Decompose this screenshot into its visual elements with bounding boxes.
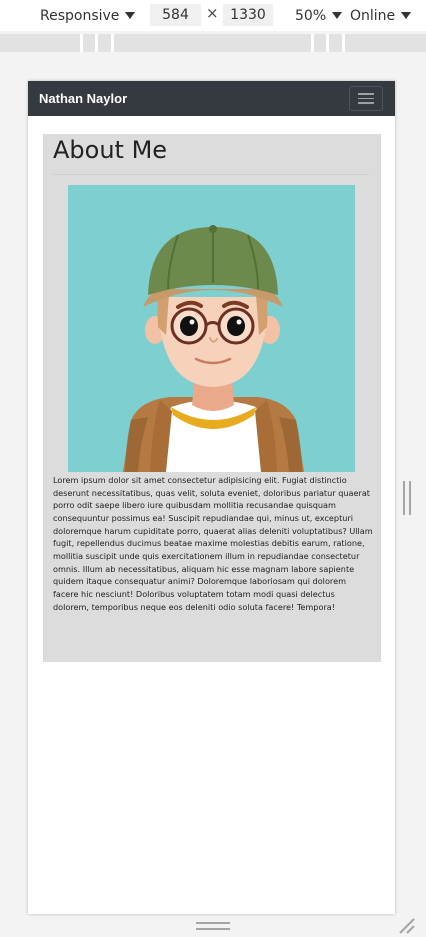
device-select-label: Responsive	[40, 7, 120, 24]
zoom-select[interactable]: 50%	[295, 0, 343, 31]
caret-down-icon	[125, 12, 136, 19]
about-card: About Me Lorem ipsum dolor sit amet cons…	[43, 134, 381, 662]
width-input[interactable]: 584	[150, 4, 201, 26]
resize-corner-icon[interactable]	[398, 917, 416, 935]
title-divider	[53, 174, 369, 175]
navbar: Nathan Naylor	[28, 81, 395, 116]
media-query-marker[interactable]	[80, 34, 83, 52]
media-query-marker[interactable]	[342, 34, 345, 52]
zoom-select-label: 50%	[295, 7, 327, 24]
device-select[interactable]: Responsive	[40, 0, 136, 31]
bio-paragraph: Lorem ipsum dolor sit amet consectetur a…	[53, 475, 373, 612]
media-query-marker[interactable]	[326, 34, 329, 52]
dimension-separator: ×	[206, 4, 219, 22]
profile-avatar	[68, 185, 355, 472]
media-query-marker[interactable]	[111, 34, 114, 52]
cartoon-boy-with-cap-avatar	[123, 225, 304, 472]
network-select-label: Online	[350, 7, 396, 24]
resize-handle-icon[interactable]	[403, 481, 411, 515]
caret-down-icon	[332, 12, 343, 19]
hamburger-menu-icon[interactable]	[349, 86, 383, 111]
height-input[interactable]: 1330	[223, 4, 273, 26]
media-query-bar[interactable]	[0, 34, 426, 52]
caret-down-icon	[401, 12, 412, 19]
device-viewport: Nathan Naylor About Me Lorem ipsum dolor…	[28, 81, 395, 914]
page-title: About Me	[53, 136, 168, 164]
resize-handle-icon[interactable]	[196, 922, 230, 930]
devtools-device-toolbar: Responsive 584 × 1330 50% Online	[0, 0, 426, 31]
media-query-marker[interactable]	[311, 34, 314, 52]
navbar-brand[interactable]: Nathan Naylor	[39, 91, 127, 106]
network-throttle-select[interactable]: Online	[350, 0, 412, 31]
media-query-marker[interactable]	[95, 34, 98, 52]
